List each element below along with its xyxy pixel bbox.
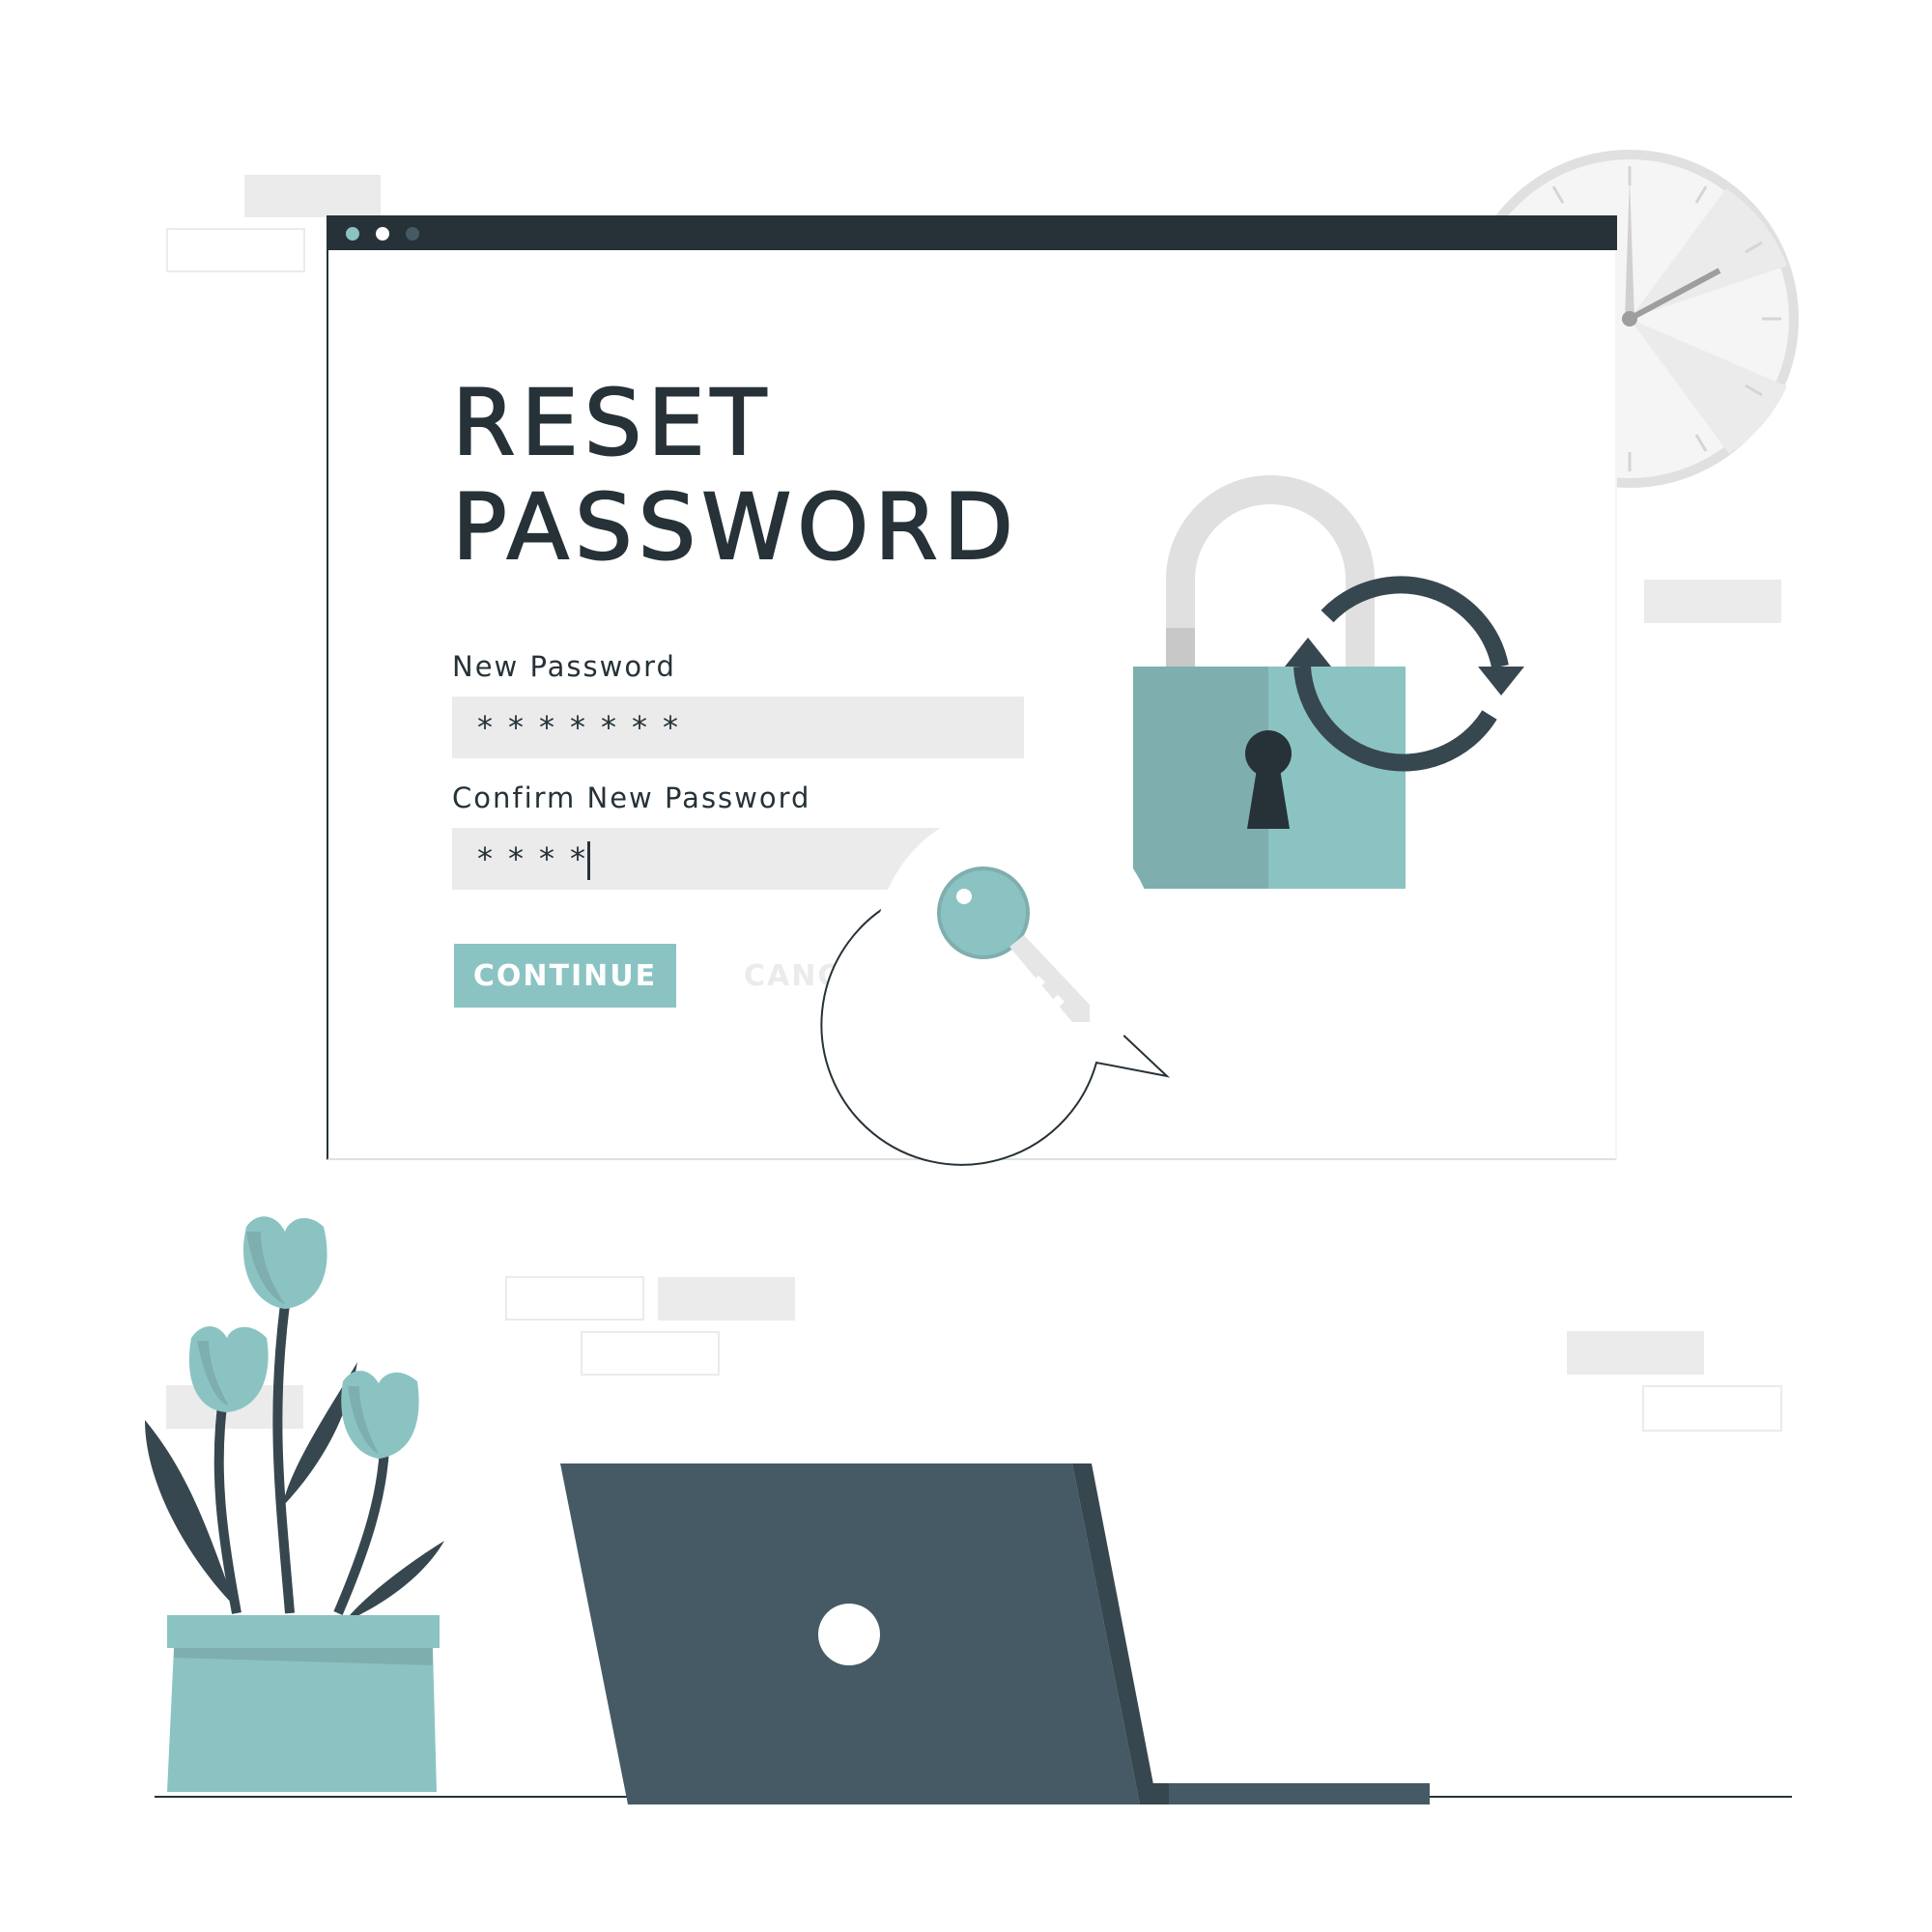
decor-block xyxy=(1644,580,1781,623)
window-dot-icon[interactable] xyxy=(346,227,359,241)
confirm-password-field[interactable]: **** xyxy=(452,828,1024,890)
decor-block xyxy=(1642,1385,1782,1432)
decor-block xyxy=(505,1276,644,1321)
browser-window: RESET PASSWORD New Password ******* Conf… xyxy=(327,215,1617,1160)
confirm-password-label: Confirm New Password xyxy=(452,781,811,814)
decor-block xyxy=(244,175,381,217)
window-dot-icon[interactable] xyxy=(376,227,389,241)
continue-button[interactable]: CONTINUE xyxy=(454,944,676,1008)
confirm-password-value: **** xyxy=(477,840,601,877)
decor-block xyxy=(1567,1331,1704,1375)
page-title-line: RESET xyxy=(451,371,773,477)
decor-block xyxy=(166,228,305,272)
decor-block xyxy=(166,1385,303,1429)
browser-titlebar xyxy=(327,215,1617,250)
new-password-field[interactable]: ******* xyxy=(452,696,1024,758)
decor-block xyxy=(581,1331,720,1376)
cancel-button[interactable]: CANCEL xyxy=(744,944,883,1008)
decor-block xyxy=(658,1277,795,1321)
text-caret xyxy=(587,841,590,880)
page-title: RESET PASSWORD xyxy=(451,371,1019,582)
new-password-value: ******* xyxy=(477,709,694,746)
window-dot-icon[interactable] xyxy=(406,227,419,241)
page-title-line: PASSWORD xyxy=(451,475,1019,582)
new-password-label: New Password xyxy=(452,650,676,683)
